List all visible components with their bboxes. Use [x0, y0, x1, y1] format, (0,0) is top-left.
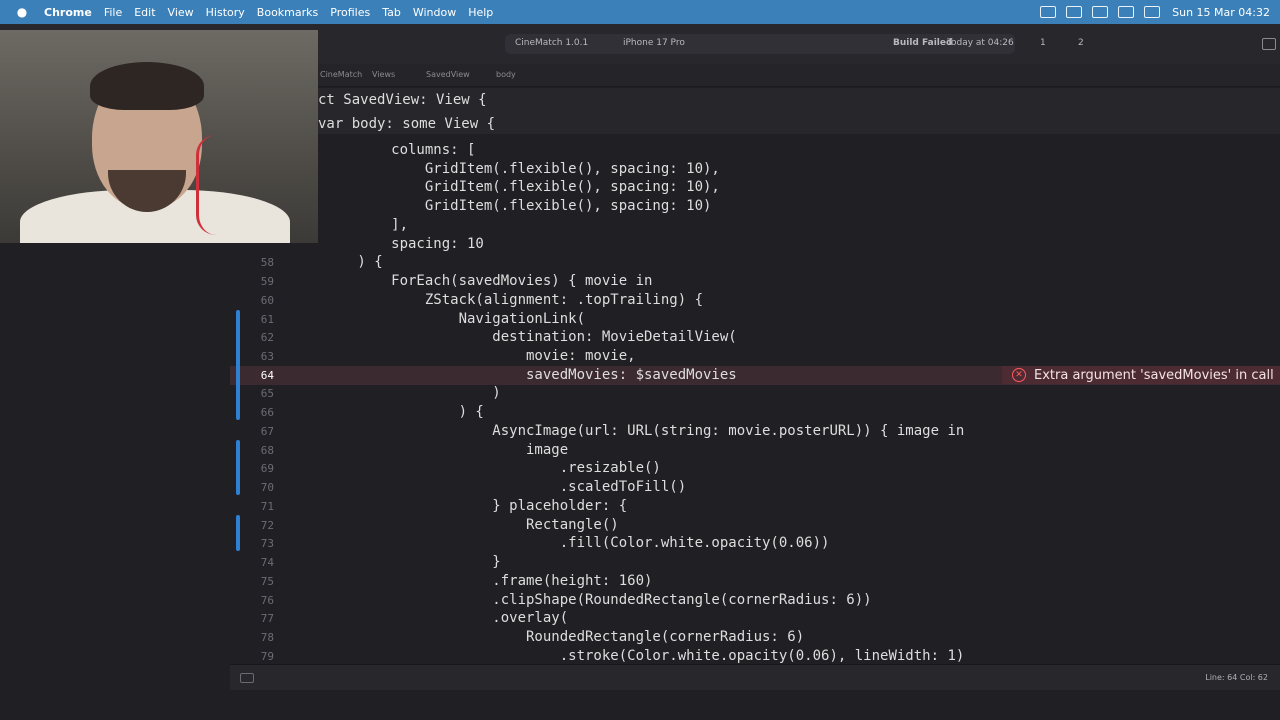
status-menus: Sun 15 Mar 04:32 [1030, 0, 1270, 24]
sticky-scope-header: ct SavedView: View { var body: some View… [318, 88, 1280, 135]
debug-area-toggle-icon[interactable] [240, 673, 254, 683]
change-indicator[interactable] [236, 310, 240, 420]
breadcrumb-file[interactable]: SavedView [426, 70, 470, 79]
error-icon: ✕ [1012, 368, 1026, 382]
code-line: columns: [ [290, 142, 476, 158]
code-line: 74 } [260, 554, 501, 570]
code-line: 66 ) { [260, 404, 484, 420]
menu-edit[interactable]: Edit [134, 6, 155, 19]
build-status: Build Failed [893, 38, 953, 48]
code-line: 78 RoundedRectangle(cornerRadius: 6) [260, 629, 805, 645]
inline-error-annotation[interactable]: ✕ Extra argument 'savedMovies' in call [1002, 366, 1280, 384]
code-line: 60 ZStack(alignment: .topTrailing) { [260, 292, 704, 308]
change-indicator[interactable] [236, 515, 240, 551]
code-line: 75 .frame(height: 160) [260, 573, 653, 589]
code-line: 68 image [260, 442, 569, 458]
menu-tab[interactable]: Tab [382, 6, 401, 19]
battery-icon[interactable] [1118, 6, 1135, 18]
code-line: 71 } placeholder: { [260, 498, 628, 514]
breadcrumb-symbol[interactable]: body [496, 70, 516, 79]
code-line: 63 movie: movie, [260, 348, 636, 364]
menubar-clock[interactable]: Sun 15 Mar 04:32 [1172, 6, 1270, 19]
code-line: 61 NavigationLink( [260, 311, 586, 327]
menu-bookmarks[interactable]: Bookmarks [257, 6, 318, 19]
run-destination[interactable]: iPhone 17 Pro [623, 38, 685, 48]
code-line: 72 Rectangle() [260, 517, 619, 533]
activity-view: CineMatch 1.0.1 iPhone 17 Pro Build Fail… [505, 34, 1015, 54]
code-line: 79 .stroke(Color.white.opacity(0.06), li… [260, 648, 965, 664]
cursor-position: Line: 64 Col: 62 [1205, 673, 1268, 682]
screen-record-icon[interactable] [1040, 6, 1057, 18]
webcam-overlay [0, 30, 318, 243]
webcam-person-hair [90, 62, 204, 110]
sticky-line-body: var body: some View { [318, 116, 496, 132]
editor-status-bar: Line: 64 Col: 62 [230, 664, 1280, 691]
jump-bar: CineMatch Views SavedView body [318, 64, 1280, 87]
warning-count[interactable]: 2 [1078, 38, 1084, 48]
build-time: Today at 04:26 [947, 38, 1014, 48]
code-line: 70 .scaledToFill() [260, 479, 687, 495]
code-line: 76 .clipShape(RoundedRectangle(cornerRad… [260, 592, 872, 608]
code-line: spacing: 10 [290, 236, 484, 252]
menu-profiles[interactable]: Profiles [330, 6, 370, 19]
earphone-cable [196, 135, 239, 235]
menu-help[interactable]: Help [468, 6, 493, 19]
code-line: GridItem(.flexible(), spacing: 10), [290, 161, 720, 177]
scheme-name[interactable]: CineMatch 1.0.1 [515, 38, 588, 48]
sticky-line-struct: ct SavedView: View { [318, 92, 487, 108]
menu-history[interactable]: History [206, 6, 245, 19]
code-line: GridItem(.flexible(), spacing: 10), [290, 179, 720, 195]
camera-icon[interactable] [1066, 6, 1083, 18]
code-line: 77 .overlay( [260, 610, 569, 626]
code-line: 69 .resizable() [260, 460, 661, 476]
code-line: 59 ForEach(savedMovies) { movie in [260, 273, 653, 289]
breadcrumb-group[interactable]: Views [372, 70, 395, 79]
error-message: Extra argument 'savedMovies' in call [1034, 367, 1274, 383]
code-line: 58 ) { [260, 254, 383, 270]
menu-view[interactable]: View [168, 6, 194, 19]
control-center-icon[interactable] [1144, 6, 1161, 18]
code-line: 67 AsyncImage(url: URL(string: movie.pos… [260, 423, 965, 439]
code-editor[interactable]: columns: [ GridItem(.flexible(), spacing… [230, 134, 1280, 664]
code-line: ], [290, 217, 409, 233]
change-indicator[interactable] [236, 440, 240, 495]
code-line: 73 .fill(Color.white.opacity(0.06)) [260, 535, 830, 551]
breadcrumb-project[interactable]: CineMatch [320, 70, 362, 79]
wifi-icon[interactable] [1092, 6, 1109, 18]
menu-bar: ● Chrome File Edit View History Bookmark… [0, 0, 1280, 24]
error-count[interactable]: 1 [1040, 38, 1046, 48]
menu-app-chrome[interactable]: Chrome [44, 6, 92, 19]
menu-window[interactable]: Window [413, 6, 456, 19]
menu-file[interactable]: File [104, 6, 122, 19]
window-footer [0, 690, 1280, 720]
inspector-toggle-icon[interactable] [1262, 38, 1276, 50]
code-line: 65 ) [260, 385, 501, 401]
code-line: 62 destination: MovieDetailView( [260, 329, 737, 345]
navigator-pane [0, 243, 230, 690]
code-line: GridItem(.flexible(), spacing: 10) [290, 198, 712, 214]
apple-menu-icon[interactable]: ● [14, 5, 30, 19]
